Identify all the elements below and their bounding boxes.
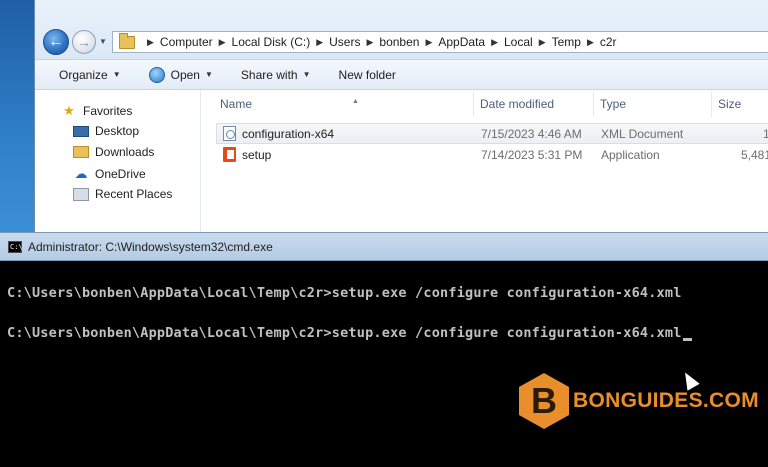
table-row[interactable]: configuration-x64 7/15/2023 4:46 AM XML … <box>216 123 768 144</box>
open-label: Open <box>170 67 200 82</box>
file-date: 7/15/2023 4:46 AM <box>481 127 582 141</box>
chevron-right-icon[interactable]: ▶ <box>587 37 594 48</box>
file-name-cell: setup <box>223 145 271 165</box>
open-button[interactable]: Open ▼ <box>135 60 227 89</box>
column-header-size[interactable]: Size <box>712 91 768 117</box>
watermark-text: BONGUIDES.COM <box>573 389 759 412</box>
file-type: Application <box>601 148 660 162</box>
office-setup-icon <box>223 147 236 163</box>
organize-button[interactable]: Organize ▼ <box>35 60 135 89</box>
breadcrumb-item[interactable]: Local Disk (C:) <box>232 35 311 49</box>
recent-places-icon <box>73 187 89 201</box>
console-line-text: C:\Users\bonben\AppData\Local\Temp\c2r>s… <box>7 325 682 341</box>
chevron-down-icon: ▼ <box>302 70 311 79</box>
chevron-right-icon[interactable]: ▶ <box>491 37 498 48</box>
nav-item-onedrive[interactable]: ☁ OneDrive <box>73 166 146 182</box>
chevron-right-icon[interactable]: ▶ <box>366 37 373 48</box>
navigation-pane: ★ Favorites Desktop Downloads ☁ OneDrive… <box>35 91 201 232</box>
breadcrumb-item[interactable]: Temp <box>552 35 581 49</box>
column-header-type[interactable]: Type <box>594 91 712 117</box>
watermark-logo: B BONGUIDES.COM <box>519 373 759 429</box>
file-name-cell: configuration-x64 <box>223 124 334 144</box>
text-cursor <box>682 338 692 341</box>
breadcrumb[interactable]: ▶ Computer ▶ Local Disk (C:) ▶ Users ▶ b… <box>112 31 768 53</box>
chevron-right-icon[interactable]: ▶ <box>425 37 432 48</box>
column-header-name[interactable]: Name ▲ <box>214 91 474 117</box>
console-line: C:\Users\bonben\AppData\Local\Temp\c2r>s… <box>7 285 682 301</box>
chevron-right-icon[interactable]: ▶ <box>147 37 154 48</box>
back-button[interactable]: ← <box>43 29 69 55</box>
column-name-label: Name <box>220 97 253 111</box>
cmd-icon: C:\ <box>8 240 23 253</box>
desktop-icon <box>73 125 89 137</box>
downloads-folder-icon <box>73 146 89 158</box>
nav-favorites-label: Favorites <box>83 104 133 118</box>
file-type: XML Document <box>601 127 684 141</box>
file-name: setup <box>242 148 272 162</box>
column-date-label: Date modified <box>480 97 555 111</box>
recent-pages-dropdown[interactable]: ▼ <box>99 37 109 47</box>
breadcrumb-item[interactable]: Computer <box>160 35 213 49</box>
breadcrumb-item[interactable]: AppData <box>438 35 485 49</box>
explorer-window: ← → ▼ ▶ Computer ▶ Local Disk (C:) ▶ Use… <box>34 0 768 232</box>
folder-icon <box>119 32 135 49</box>
nav-item-label: OneDrive <box>95 167 146 181</box>
desktop-background <box>0 0 34 232</box>
command-bar: Organize ▼ Open ▼ Share with ▼ New folde… <box>35 60 768 90</box>
open-with-icon <box>148 66 165 83</box>
cmd-console[interactable]: C:\Users\bonben\AppData\Local\Temp\c2r>s… <box>7 261 767 466</box>
cloud-icon: ☁ <box>74 166 88 181</box>
file-list: Name ▲ Date modified Type Size configura… <box>202 91 768 232</box>
nav-item-recent-places[interactable]: Recent Places <box>73 187 172 201</box>
nav-item-label: Recent Places <box>95 187 173 201</box>
cmd-title-bar[interactable]: C:\ Administrator: C:\Windows\system32\c… <box>0 233 768 261</box>
chevron-right-icon[interactable]: ▶ <box>316 37 323 48</box>
new-folder-button[interactable]: New folder <box>325 60 410 89</box>
breadcrumb-item[interactable]: bonben <box>379 35 419 49</box>
file-size: 1 <box>763 127 768 141</box>
chevron-down-icon: ▼ <box>112 70 121 79</box>
chevron-down-icon: ▼ <box>204 70 213 79</box>
organize-label: Organize <box>59 67 108 82</box>
chevron-right-icon[interactable]: ▶ <box>219 37 226 48</box>
file-size: 5,481 <box>741 148 768 162</box>
cmd-window-title: Administrator: C:\Windows\system32\cmd.e… <box>28 239 273 254</box>
share-with-label: Share with <box>240 67 298 82</box>
breadcrumb-item[interactable]: Users <box>329 35 360 49</box>
file-date: 7/14/2023 5:31 PM <box>481 148 583 162</box>
share-with-button[interactable]: Share with ▼ <box>227 60 325 89</box>
column-header-date[interactable]: Date modified <box>474 91 594 117</box>
forward-button[interactable]: → <box>72 30 96 54</box>
chevron-right-icon[interactable]: ▶ <box>539 37 546 48</box>
nav-item-label: Downloads <box>95 145 155 159</box>
console-line: C:\Users\bonben\AppData\Local\Temp\c2r>s… <box>7 325 692 341</box>
sort-up-icon: ▲ <box>352 98 359 105</box>
xml-file-icon <box>223 126 236 142</box>
column-size-label: Size <box>718 97 742 111</box>
nav-item-downloads[interactable]: Downloads <box>73 145 154 159</box>
address-bar-area: ← → ▼ ▶ Computer ▶ Local Disk (C:) ▶ Use… <box>35 0 768 60</box>
command-prompt-window: C:\ Administrator: C:\Windows\system32\c… <box>0 232 768 467</box>
nav-item-desktop[interactable]: Desktop <box>73 124 139 138</box>
logo-hexagon-icon: B <box>519 373 569 429</box>
nav-item-label: Desktop <box>95 124 140 138</box>
new-folder-label: New folder <box>338 67 396 82</box>
file-name: configuration-x64 <box>242 127 335 141</box>
nav-favorites[interactable]: ★ Favorites <box>61 103 132 119</box>
table-row[interactable]: setup 7/14/2023 5:31 PM Application 5,48… <box>216 145 768 166</box>
breadcrumb-item[interactable]: c2r <box>600 35 617 49</box>
star-icon: ★ <box>63 103 75 118</box>
breadcrumb-item[interactable]: Local <box>504 35 533 49</box>
column-type-label: Type <box>600 97 627 111</box>
